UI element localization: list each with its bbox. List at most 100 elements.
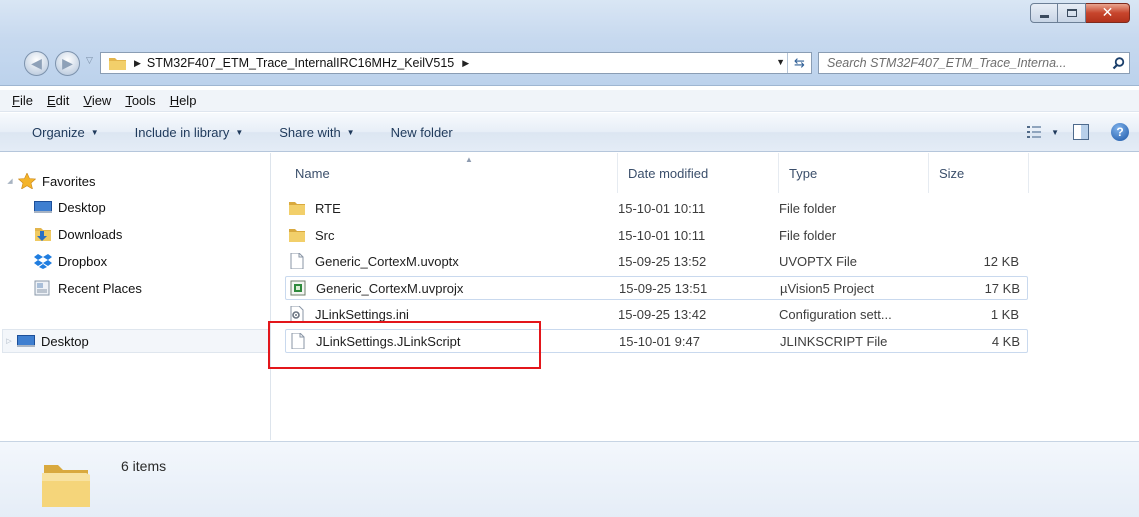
nav-downloads-label: Downloads xyxy=(58,226,123,242)
nav-recent-places-label: Recent Places xyxy=(58,280,142,296)
recent-places-icon xyxy=(34,280,50,296)
file-date: 15-10-01 10:11 xyxy=(618,200,706,216)
back-arrow-icon: ◀ xyxy=(31,55,42,71)
file-name: Generic_CortexM.uvprojx xyxy=(316,280,464,296)
nav-desktop-label: Desktop xyxy=(58,199,106,215)
file-row[interactable]: Src 15-10-01 10:11 File folder xyxy=(285,224,1028,248)
minimize-button[interactable] xyxy=(1030,3,1058,23)
share-with-button[interactable]: Share with ▼ xyxy=(279,125,354,140)
preview-pane-icon[interactable] xyxy=(1073,124,1089,140)
menu-file-mnemonic: F xyxy=(12,93,20,108)
folder-icon xyxy=(42,465,90,507)
search-placeholder: Search STM32F407_ETM_Trace_Interna... xyxy=(827,56,1067,70)
file-size: 4 KB xyxy=(991,333,1020,349)
file-list: ▲ Name Date modified Type Size RTE 15-10… xyxy=(272,153,1139,440)
settings-file-icon xyxy=(290,306,304,322)
menu-help[interactable]: Help xyxy=(163,93,204,108)
file-name: Generic_CortexM.uvoptx xyxy=(315,253,459,269)
menu-view-mnemonic: V xyxy=(83,93,92,108)
back-button[interactable]: ◀ xyxy=(24,51,49,76)
column-header-size[interactable]: Size xyxy=(929,153,1029,193)
nav-dropbox[interactable]: Dropbox xyxy=(34,249,107,273)
file-type: µVision5 Project xyxy=(780,280,874,296)
nav-favorites[interactable]: ◢ Favorites xyxy=(4,169,95,193)
column-size-label: Size xyxy=(939,165,965,181)
maximize-icon xyxy=(1066,9,1077,17)
menu-bar: File Edit View Tools Help xyxy=(0,90,1139,112)
organize-button[interactable]: Organize ▼ xyxy=(32,125,99,140)
highlight-box xyxy=(268,321,541,369)
column-header-name[interactable]: ▲ Name xyxy=(285,153,618,193)
file-name: Src xyxy=(315,227,335,243)
chevron-down-icon[interactable]: ▼ xyxy=(1051,128,1059,137)
dropbox-icon xyxy=(34,254,52,269)
menu-file[interactable]: File xyxy=(5,93,40,108)
sort-ascending-icon: ▲ xyxy=(465,155,473,164)
file-date: 15-09-25 13:52 xyxy=(618,253,707,269)
menu-help-mnemonic: H xyxy=(169,93,180,108)
file-size: 1 KB xyxy=(990,306,1019,322)
nav-desktop[interactable]: Desktop xyxy=(34,195,106,219)
downloads-icon xyxy=(35,228,51,241)
nav-dropbox-label: Dropbox xyxy=(58,253,108,269)
file-type: Configuration sett... xyxy=(779,306,892,322)
file-date: 15-10-01 9:47 xyxy=(619,333,700,349)
forward-arrow-icon: ▶ xyxy=(62,55,73,71)
file-date: 15-09-25 13:51 xyxy=(619,280,708,296)
address-bar[interactable]: ▶ STM32F407_ETM_Trace_InternalIRC16MHz_K… xyxy=(100,52,812,74)
uvision-project-icon xyxy=(290,280,306,296)
column-type-label: Type xyxy=(789,165,818,181)
chevron-down-icon: ▼ xyxy=(90,127,99,137)
collapse-triangle-icon[interactable]: ◢ xyxy=(4,177,16,185)
file-name: JLinkSettings.ini xyxy=(315,306,409,322)
new-folder-button[interactable]: New folder xyxy=(391,125,453,140)
details-pane: 6 items xyxy=(0,441,1139,517)
desktop-icon xyxy=(17,335,35,347)
search-icon[interactable] xyxy=(1107,56,1129,70)
nav-recent-places[interactable]: Recent Places xyxy=(34,276,142,300)
breadcrumb-current-folder[interactable]: STM32F407_ETM_Trace_InternalIRC16MHz_Kei… xyxy=(147,56,454,70)
include-in-library-label: Include in library xyxy=(134,124,230,140)
column-name-label: Name xyxy=(295,165,330,181)
file-row[interactable]: Generic_CortexM.uvprojx 15-09-25 13:51 µ… xyxy=(285,276,1028,300)
address-history-dropdown[interactable]: ▼ xyxy=(776,57,785,67)
close-button[interactable]: ✕ xyxy=(1086,3,1130,23)
file-row[interactable]: Generic_CortexM.uvoptx 15-09-25 13:52 UV… xyxy=(285,250,1028,274)
nav-desktop-root[interactable]: ▷ Desktop xyxy=(2,329,270,353)
menu-edit[interactable]: Edit xyxy=(40,93,76,108)
menu-edit-label: dit xyxy=(55,93,70,108)
file-type: JLINKSCRIPT File xyxy=(780,333,888,349)
change-view-icon[interactable] xyxy=(1027,125,1043,139)
column-header-date[interactable]: Date modified xyxy=(618,153,779,193)
chevron-down-icon: ▼ xyxy=(346,127,355,137)
forward-button[interactable]: ▶ xyxy=(55,51,80,76)
nav-downloads[interactable]: Downloads xyxy=(34,222,122,246)
breadcrumb-arrow-icon[interactable]: ▶ xyxy=(462,58,469,69)
file-name-cell: Src xyxy=(289,224,335,246)
refresh-icon: ⇆ xyxy=(794,55,805,70)
include-in-library-button[interactable]: Include in library ▼ xyxy=(135,125,244,140)
breadcrumb-arrow-icon[interactable]: ▶ xyxy=(134,58,141,69)
help-icon[interactable]: ? xyxy=(1111,123,1129,141)
file-name-cell: Generic_CortexM.uvoptx xyxy=(289,250,459,272)
close-icon: ✕ xyxy=(1101,5,1114,21)
window-controls: ✕ xyxy=(1030,3,1130,23)
menu-tools[interactable]: Tools xyxy=(118,93,162,108)
expand-triangle-icon[interactable]: ▷ xyxy=(3,337,15,345)
desktop-icon xyxy=(34,201,52,213)
file-type: File folder xyxy=(779,227,837,243)
search-input[interactable]: Search STM32F407_ETM_Trace_Interna... xyxy=(818,52,1130,74)
recent-pages-dropdown[interactable]: ▽ xyxy=(86,55,93,66)
maximize-button[interactable] xyxy=(1058,3,1086,23)
file-type: File folder xyxy=(779,200,837,216)
menu-tools-label: ools xyxy=(131,93,156,108)
menu-view[interactable]: View xyxy=(76,93,118,108)
file-date: 15-10-01 10:11 xyxy=(618,227,706,243)
chevron-down-icon: ▼ xyxy=(235,127,244,137)
folder-icon xyxy=(109,57,126,70)
file-name-cell: RTE xyxy=(289,197,341,219)
refresh-button[interactable]: ⇆ xyxy=(787,53,811,73)
file-row[interactable]: RTE 15-10-01 10:11 File folder xyxy=(285,197,1028,221)
column-header-type[interactable]: Type xyxy=(779,153,929,193)
navigation-pane: ◢ Favorites Desktop Downloads Dropbox Re… xyxy=(0,153,271,440)
